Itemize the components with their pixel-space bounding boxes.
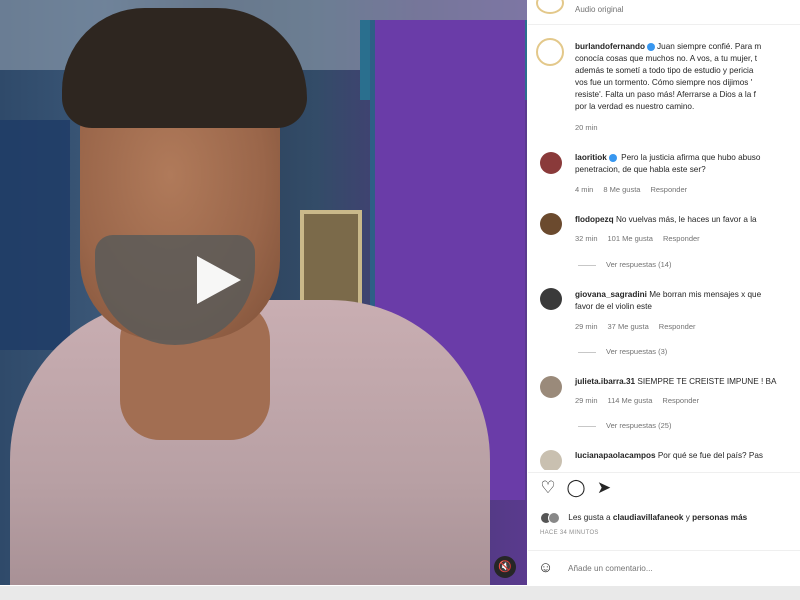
comment-username[interactable]: laoritiok bbox=[575, 153, 607, 162]
likes-user[interactable]: claudiavillafaneok bbox=[613, 513, 684, 522]
caption-line: conocía cosas que muchos no. A vos, a tu… bbox=[575, 54, 758, 63]
reply-button[interactable]: Responder bbox=[663, 234, 700, 243]
comment-username[interactable]: flodopezq bbox=[575, 215, 614, 224]
comment-time: 4 min bbox=[575, 185, 594, 194]
comment-likes[interactable]: 114 Me gusta bbox=[608, 396, 653, 405]
caption-username[interactable]: burlandofernando bbox=[575, 42, 645, 51]
comment-meta: 32 min 101 Me gusta Responder bbox=[575, 234, 710, 243]
post-header: Audio original bbox=[528, 0, 800, 22]
comment-icon[interactable]: ◯ bbox=[566, 478, 586, 498]
comment-time: 29 min bbox=[575, 322, 598, 331]
comment-meta: 29 min 37 Me gusta Responder bbox=[575, 322, 706, 331]
comments-panel: Audio original burlandofernando Juan siem… bbox=[528, 0, 800, 600]
post-timestamp: HACE 34 MINUTOS bbox=[540, 530, 599, 536]
view-replies-button[interactable]: Ver respuestas (14) bbox=[578, 260, 671, 269]
caption-line: por la verdad es nuestro camino. bbox=[575, 102, 695, 111]
comment-username[interactable]: julieta.ibarra.31 bbox=[575, 377, 635, 386]
avatar[interactable] bbox=[540, 213, 562, 235]
comment-text: giovana_sagradini Me borran mis mensajes… bbox=[575, 290, 762, 299]
person-hair bbox=[62, 8, 307, 128]
likes-summary: Les gusta a claudiavillafaneok y persona… bbox=[540, 512, 800, 528]
caption-line: resiste'. Falta un paso más! Aferrarse a… bbox=[575, 90, 756, 99]
reply-button[interactable]: Responder bbox=[662, 396, 699, 405]
comment-text: laoritiok Pero la justicia afirma que hu… bbox=[575, 153, 761, 162]
heart-icon[interactable]: ♡ bbox=[538, 478, 558, 498]
comment-likes[interactable]: 37 Me gusta bbox=[608, 322, 649, 331]
verified-icon bbox=[647, 42, 656, 51]
mute-icon[interactable]: 🔇 bbox=[494, 556, 516, 578]
divider bbox=[528, 550, 800, 551]
reply-button[interactable]: Responder bbox=[659, 322, 696, 331]
caption-line: burlandofernando Juan siempre confié. Par… bbox=[575, 42, 762, 51]
video-player[interactable]: 🔇 bbox=[0, 0, 527, 585]
play-icon[interactable] bbox=[197, 256, 241, 304]
comment-input[interactable] bbox=[568, 561, 788, 575]
comment-likes[interactable]: 101 Me gusta bbox=[608, 234, 653, 243]
avatar bbox=[548, 512, 560, 524]
audio-label[interactable]: Audio original bbox=[575, 5, 623, 14]
avatar[interactable] bbox=[540, 152, 562, 174]
comment-likes[interactable]: 8 Me gusta bbox=[603, 185, 640, 194]
divider bbox=[528, 472, 800, 473]
emoji-icon[interactable]: ☺ bbox=[538, 559, 556, 577]
avatar[interactable] bbox=[540, 288, 562, 310]
view-replies-button[interactable]: Ver respuestas (3) bbox=[578, 347, 667, 356]
comment-text: favor de el violin este bbox=[575, 302, 652, 311]
comment-text: julieta.ibarra.31 SIEMPRE TE CREISTE IMP… bbox=[575, 377, 777, 386]
comment-meta: 29 min 114 Me gusta Responder bbox=[575, 396, 709, 405]
verified-icon bbox=[608, 153, 617, 162]
caption-time: 20 min bbox=[575, 123, 598, 132]
comments-list[interactable]: burlandofernando Juan siempre confié. Par… bbox=[528, 30, 800, 470]
send-icon[interactable]: ➤ bbox=[594, 478, 614, 498]
avatar[interactable] bbox=[540, 450, 562, 470]
comment-time: 29 min bbox=[575, 396, 598, 405]
comment-box: ☺ bbox=[528, 552, 800, 586]
comment-time: 32 min bbox=[575, 234, 598, 243]
reply-button[interactable]: Responder bbox=[650, 185, 687, 194]
avatar[interactable] bbox=[536, 0, 564, 14]
comment-username[interactable]: lucianapaolacampos bbox=[575, 451, 656, 460]
scene-painting bbox=[0, 120, 70, 350]
comment-text: lucianapaolacampos Por qué se fue del pa… bbox=[575, 451, 763, 460]
avatar[interactable] bbox=[540, 376, 562, 398]
view-replies-button[interactable]: Ver respuestas (25) bbox=[578, 421, 671, 430]
comment-meta: 4 min 8 Me gusta Responder bbox=[575, 185, 697, 194]
caption-line: además te sometí a todo tipo de estudio … bbox=[575, 66, 754, 75]
caption-line: vos fue un tormento. Cómo siempre nos di… bbox=[575, 78, 753, 87]
comment-text: penetracion, de que habla este ser? bbox=[575, 165, 706, 174]
avatar[interactable] bbox=[536, 38, 564, 66]
likes-others[interactable]: personas más bbox=[692, 513, 747, 522]
divider bbox=[528, 24, 800, 25]
comment-username[interactable]: giovana_sagradini bbox=[575, 290, 647, 299]
comment-text: flodopezq No vuelvas más, le haces un fa… bbox=[575, 215, 757, 224]
post-actions: ♡ ◯ ➤ bbox=[528, 478, 800, 504]
page-footer-strip bbox=[0, 586, 800, 600]
